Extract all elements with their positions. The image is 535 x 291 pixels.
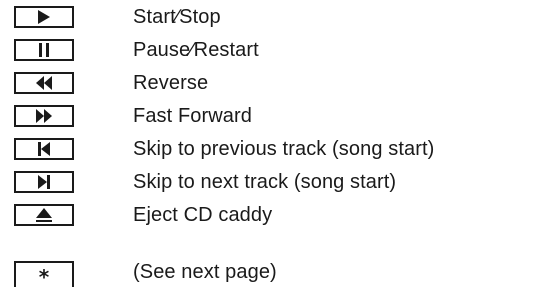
pause-icon — [39, 43, 49, 57]
legend-row-see-next-page: * (See next page) — [0, 255, 535, 291]
asterisk-key: * — [14, 261, 74, 287]
legend-row-fast-forward: Fast Forward — [0, 99, 535, 135]
reverse-key — [14, 72, 74, 94]
legend-row-skip-next: Skip to next track (song start) — [0, 165, 535, 201]
legend-row-pause-restart: Pause∕Restart — [0, 33, 535, 69]
legend-row-skip-previous: Skip to previous track (song start) — [0, 132, 535, 168]
skip-previous-label: Skip to previous track (song start) — [133, 138, 435, 160]
pause-restart-label: Pause∕Restart — [133, 39, 259, 61]
reverse-label: Reverse — [133, 72, 209, 94]
play-icon — [38, 10, 50, 24]
eject-label: Eject CD caddy — [133, 204, 273, 226]
skip-next-key — [14, 171, 74, 193]
start-stop-key — [14, 6, 74, 28]
fast-forward-key — [14, 105, 74, 127]
fast-forward-icon — [36, 109, 52, 123]
skip-previous-key — [14, 138, 74, 160]
button-legend: Start∕Stop Pause∕Restart Reverse Fast Fo… — [0, 0, 535, 289]
skip-previous-icon — [38, 142, 50, 156]
eject-key — [14, 204, 74, 226]
fast-forward-label: Fast Forward — [133, 105, 253, 127]
legend-row-start-stop: Start∕Stop — [0, 0, 535, 36]
skip-next-icon — [38, 175, 50, 189]
eject-icon — [36, 208, 52, 222]
legend-row-reverse: Reverse — [0, 66, 535, 102]
skip-next-label: Skip to next track (song start) — [133, 171, 397, 193]
pause-restart-key — [14, 39, 74, 61]
legend-row-eject: Eject CD caddy — [0, 198, 535, 234]
asterisk-icon: * — [38, 265, 50, 289]
see-next-page-label: (See next page) — [133, 261, 277, 283]
start-stop-label: Start∕Stop — [133, 6, 221, 28]
rewind-icon — [36, 76, 52, 90]
